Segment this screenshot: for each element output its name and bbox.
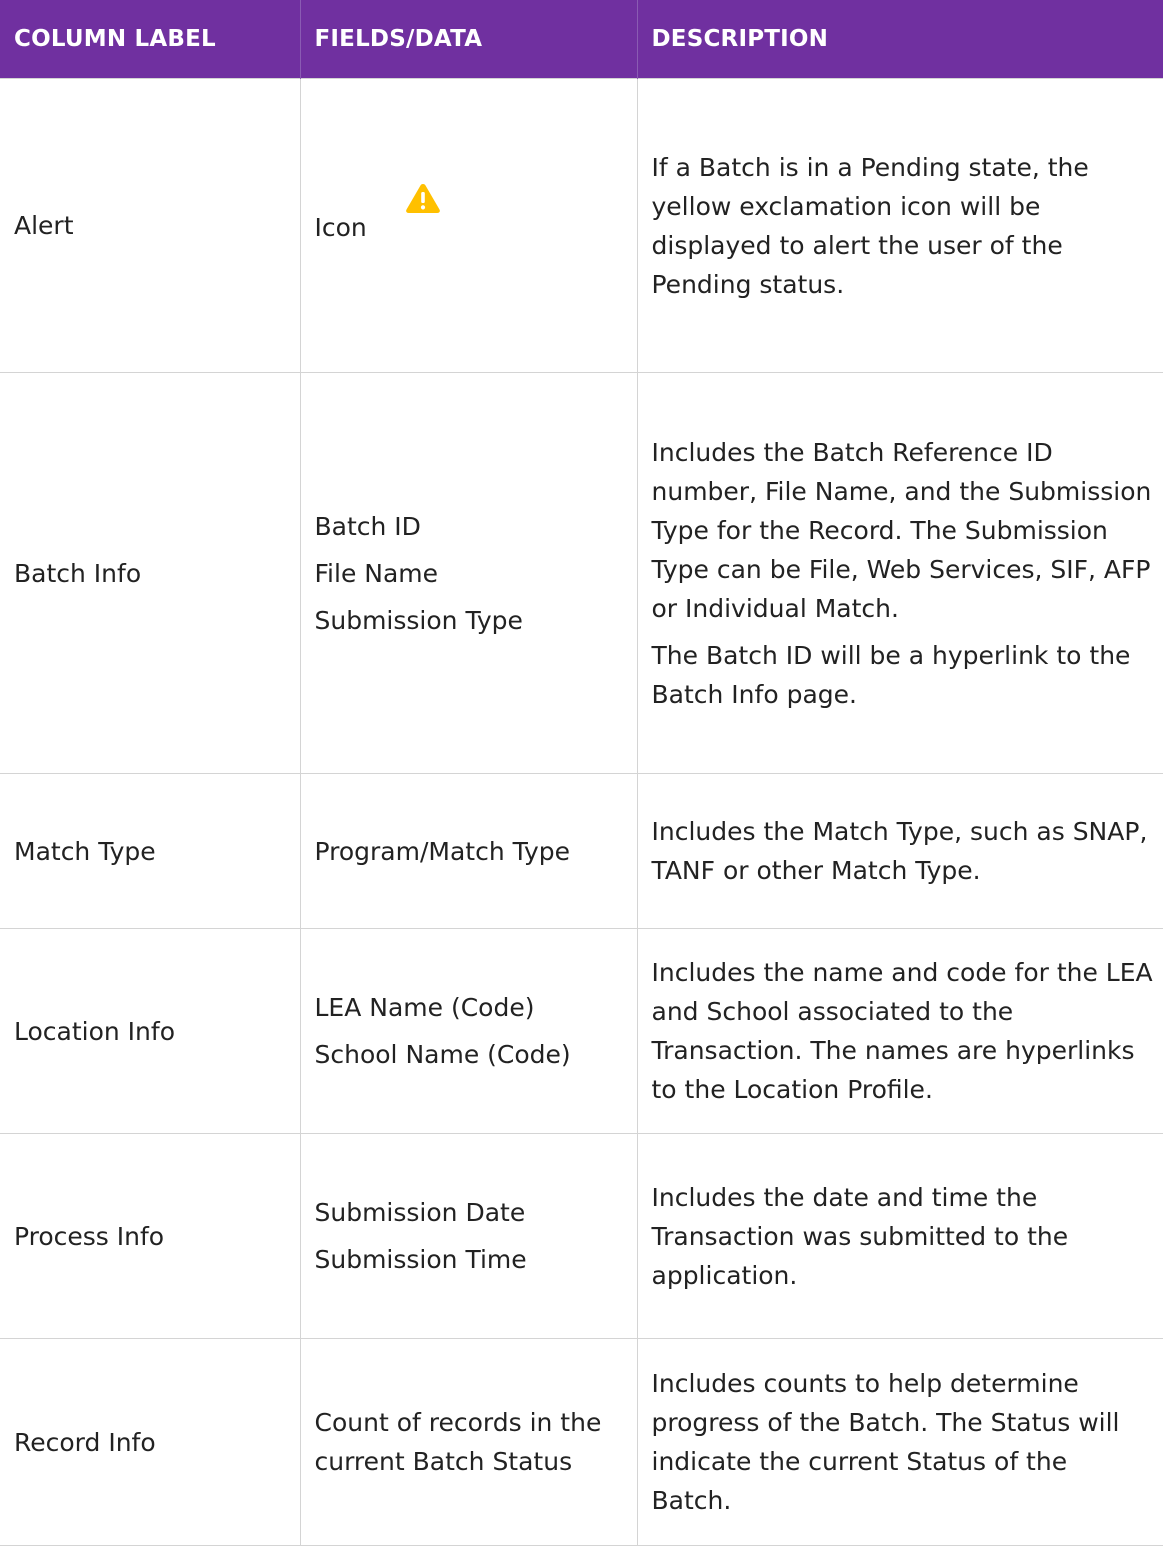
field-item: LEA Name (Code) xyxy=(314,993,535,1022)
cell-description: Includes counts to help determine progre… xyxy=(636,1338,1163,1546)
cell-fields: LEA Name (Code) School Name (Code) xyxy=(299,928,638,1134)
field-item: Batch ID xyxy=(314,511,421,541)
table-row-location-info: Location Info LEA Name (Code) School Nam… xyxy=(0,928,1163,1134)
description-paragraph: Includes the Batch Reference ID number, … xyxy=(651,437,1152,623)
field-item: Icon xyxy=(314,213,367,242)
cell-description: Includes the name and code for the LEA a… xyxy=(636,928,1163,1134)
description-paragraph: If a Batch is in a Pending state, the ye… xyxy=(651,152,1089,299)
cell-column-label: Record Info xyxy=(0,1338,301,1546)
header-column-label: COLUMN LABEL xyxy=(0,0,301,79)
table-row-match-type: Match Type Program/Match Type Includes t… xyxy=(0,773,1163,929)
header-fields-data: FIELDS/DATA xyxy=(300,0,638,79)
field-item: Submission Type xyxy=(314,605,523,635)
description-paragraph: Includes the name and code for the LEA a… xyxy=(651,958,1153,1104)
table-row-record-info: Record Info Count of records in the curr… xyxy=(0,1338,1163,1546)
description-paragraph: Includes counts to help determine progre… xyxy=(651,1369,1120,1515)
column-definitions-table: COLUMN LABEL FIELDS/DATA DESCRIPTION Ale… xyxy=(0,0,1163,1546)
field-item: School Name (Code) xyxy=(314,1040,571,1069)
table-row-alert: Alert Icon If a Batch is in a Pending st… xyxy=(0,78,1163,373)
header-description: DESCRIPTION xyxy=(637,0,1163,79)
cell-description: If a Batch is in a Pending state, the ye… xyxy=(636,78,1163,373)
table-body: Alert Icon If a Batch is in a Pending st… xyxy=(0,78,1163,1546)
field-item: Submission Time xyxy=(314,1245,527,1274)
warning-triangle-icon xyxy=(405,182,441,225)
cell-column-label: Location Info xyxy=(0,928,301,1134)
field-item: Count of records in the current Batch St… xyxy=(314,1408,602,1476)
table-row-batch-info: Batch Info Batch ID File Name Submission… xyxy=(0,372,1163,774)
cell-fields: Batch ID File Name Submission Type xyxy=(299,372,638,774)
field-item: Program/Match Type xyxy=(314,836,571,866)
cell-fields: Submission Date Submission Time xyxy=(299,1133,638,1339)
cell-fields: Program/Match Type xyxy=(299,773,638,929)
cell-description: Includes the Batch Reference ID number, … xyxy=(636,372,1163,774)
field-item: File Name xyxy=(314,558,439,588)
table-row-process-info: Process Info Submission Date Submission … xyxy=(0,1133,1163,1339)
description-paragraph: Includes the date and time the Transacti… xyxy=(651,1182,1069,1290)
header-row: COLUMN LABEL FIELDS/DATA DESCRIPTION xyxy=(0,0,1163,79)
cell-description: Includes the Match Type, such as SNAP, T… xyxy=(636,773,1163,929)
cell-fields: Count of records in the current Batch St… xyxy=(299,1338,638,1546)
cell-description: Includes the date and time the Transacti… xyxy=(636,1133,1163,1339)
cell-column-label: Match Type xyxy=(0,773,301,929)
cell-fields: Icon xyxy=(299,78,638,373)
cell-column-label: Process Info xyxy=(0,1133,301,1339)
field-item: Submission Date xyxy=(314,1198,526,1227)
description-paragraph: Includes the Match Type, such as SNAP, T… xyxy=(651,817,1148,885)
cell-column-label: Batch Info xyxy=(0,372,301,774)
table-header: COLUMN LABEL FIELDS/DATA DESCRIPTION xyxy=(0,0,1163,79)
cell-column-label: Alert xyxy=(0,78,301,373)
description-paragraph: The Batch ID will be a hyperlink to the … xyxy=(651,640,1131,709)
